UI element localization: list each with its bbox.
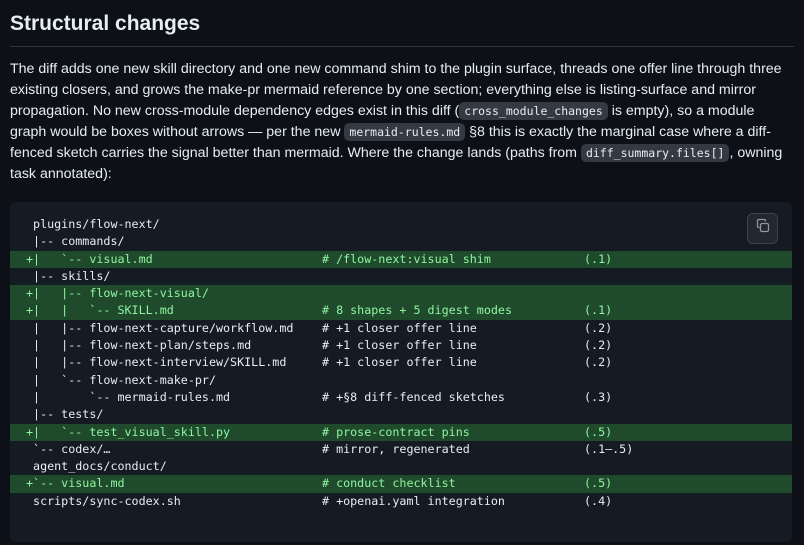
added-code-line: +| | `-- SKILL.md # 8 shapes + 5 digest m… — [10, 302, 792, 320]
line-comment: # mirror, regenerated — [322, 441, 470, 456]
line-path: +`-- visual.md — [26, 476, 125, 491]
line-task: (.5) — [584, 476, 613, 491]
line-path: | |-- flow-next-interview/SKILL.md — [26, 355, 287, 370]
line-path: scripts/sync-codex.sh — [26, 493, 181, 508]
line-comment: # 8 shapes + 5 digest modes — [322, 303, 512, 318]
line-comment: # +1 closer offer line — [322, 338, 477, 353]
line-task: (.1) — [584, 251, 613, 266]
line-path: | |-- flow-next-plan/steps.md — [26, 338, 252, 353]
code-line: | |-- flow-next-interview/SKILL.md # +1 c… — [10, 354, 792, 371]
added-code-line: +| |-- flow-next-visual/ — [10, 285, 792, 303]
line-path: agent_docs/conduct/ — [26, 459, 167, 474]
added-code-line: +| `-- visual.md # /flow-next:visual shim… — [10, 250, 792, 268]
code-line: | |-- flow-next-plan/steps.md # +1 closer… — [10, 337, 792, 354]
code-line: |-- commands/ — [10, 233, 792, 250]
line-path: |-- commands/ — [26, 234, 125, 249]
code-line: scripts/sync-codex.sh # +openai.yaml inte… — [10, 493, 792, 510]
line-path: +| | `-- SKILL.md — [26, 303, 174, 318]
inline-code: mermaid-rules.md — [344, 123, 466, 141]
line-task: (.2) — [584, 338, 613, 353]
line-task: (.3) — [584, 389, 613, 404]
line-path: |-- tests/ — [26, 407, 104, 422]
code-line: |-- tests/ — [10, 406, 792, 423]
inline-code: cross_module_changes — [459, 102, 608, 120]
line-task: (.2) — [584, 355, 613, 370]
added-code-line: +`-- visual.md # conduct checklist (.5) — [10, 475, 792, 493]
code-line: `-- codex/… # mirror, regenerated (.1–.5) — [10, 441, 792, 458]
section-heading: Structural changes — [10, 10, 794, 47]
line-path: |-- skills/ — [26, 268, 111, 283]
line-path: +| `-- test_visual_skill.py — [26, 424, 231, 439]
line-task: (.1–.5) — [584, 441, 634, 456]
line-path: | |-- flow-next-capture/workflow.md — [26, 320, 294, 335]
line-comment: # conduct checklist — [322, 476, 456, 491]
line-path: +| `-- visual.md — [26, 251, 153, 266]
line-comment: # +1 closer offer line — [322, 355, 477, 370]
line-comment: # +1 closer offer line — [322, 320, 477, 335]
code-line: |-- skills/ — [10, 268, 792, 285]
code-line: | `-- flow-next-make-pr/ — [10, 372, 792, 389]
code-line: | `-- mermaid-rules.md # +§8 diff-fenced … — [10, 389, 792, 406]
line-path: `-- codex/… — [26, 441, 111, 456]
line-task: (.4) — [584, 493, 613, 508]
line-path: | `-- mermaid-rules.md — [26, 389, 231, 404]
copy-button[interactable] — [747, 213, 778, 244]
line-comment: # +§8 diff-fenced sketches — [322, 389, 505, 404]
added-code-line: +| `-- test_visual_skill.py # prose-contr… — [10, 423, 792, 441]
markdown-body: Structural changes The diff adds one new… — [0, 0, 804, 542]
code-lines: plugins/flow-next/ |-- commands/+| `-- v… — [10, 216, 792, 510]
line-task: (.1) — [584, 303, 613, 318]
code-line: plugins/flow-next/ — [10, 216, 792, 233]
description-paragraph: The diff adds one new skill directory an… — [10, 59, 790, 185]
line-path: +| |-- flow-next-visual/ — [26, 286, 209, 301]
code-block: plugins/flow-next/ |-- commands/+| `-- v… — [10, 202, 792, 542]
line-comment: # /flow-next:visual shim — [322, 251, 491, 266]
line-path: | `-- flow-next-make-pr/ — [26, 372, 216, 387]
copy-icon — [755, 218, 771, 239]
line-comment: # prose-contract pins — [322, 424, 470, 439]
line-path: plugins/flow-next/ — [26, 217, 160, 231]
code-line: agent_docs/conduct/ — [10, 458, 792, 475]
code-line: | |-- flow-next-capture/workflow.md # +1 … — [10, 320, 792, 337]
inline-code: diff_summary.files[] — [580, 144, 730, 162]
line-task: (.2) — [584, 320, 613, 335]
line-comment: # +openai.yaml integration — [322, 493, 505, 508]
line-task: (.5) — [584, 424, 613, 439]
